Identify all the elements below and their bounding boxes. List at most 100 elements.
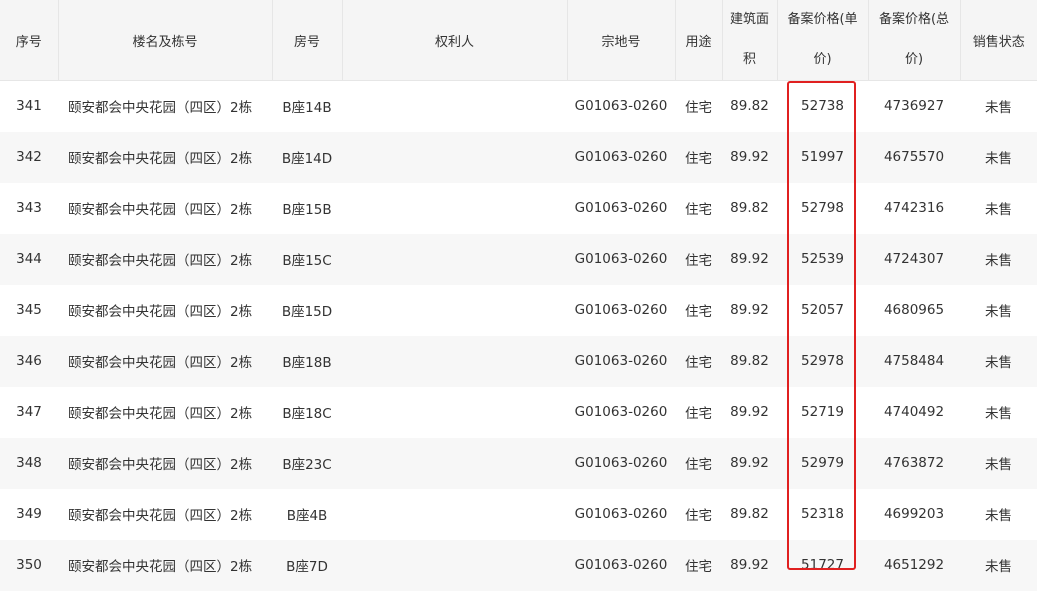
cell-room: B座18C xyxy=(282,406,332,422)
cell-unit-price: 51997 xyxy=(801,149,844,165)
cell-usage: 住宅 xyxy=(685,355,712,371)
header-usage: 用途 xyxy=(675,0,723,81)
cell-building: 颐安都会中央花园（四区）2栋 xyxy=(68,406,253,422)
header-status: 销售状态 xyxy=(960,0,1037,81)
cell-parcel: G01063-0260 xyxy=(574,302,668,318)
table-row: 348 颐安都会中央花园（四区）2栋 B座23C G01063-0260 住宅 … xyxy=(0,437,1037,489)
cell-index: 348 xyxy=(16,455,42,471)
cell-parcel: G01063-0260 xyxy=(574,404,668,420)
table-row: 346 颐安都会中央花园（四区）2栋 B座18B G01063-0260 住宅 … xyxy=(0,335,1037,387)
cell-usage: 住宅 xyxy=(685,151,712,167)
cell-index: 350 xyxy=(16,557,42,573)
cell-status: 未售 xyxy=(985,151,1012,167)
cell-room: B座15C xyxy=(282,253,332,269)
cell-room: B座18B xyxy=(282,355,332,371)
cell-usage: 住宅 xyxy=(685,406,712,422)
cell-building: 颐安都会中央花园（四区）2栋 xyxy=(68,508,253,524)
cell-owner xyxy=(342,81,567,132)
table-row: 342 颐安都会中央花园（四区）2栋 B座14D G01063-0260 住宅 … xyxy=(0,131,1037,183)
cell-building: 颐安都会中央花园（四区）2栋 xyxy=(68,202,253,218)
cell-index: 345 xyxy=(16,302,42,318)
cell-building: 颐安都会中央花园（四区）2栋 xyxy=(68,151,253,167)
cell-usage: 住宅 xyxy=(685,508,712,524)
table-row: 343 颐安都会中央花园（四区）2栋 B座15B G01063-0260 住宅 … xyxy=(0,182,1037,234)
header-area-label: 建筑面积 xyxy=(729,12,769,67)
header-owner: 权利人 xyxy=(342,0,568,81)
cell-parcel: G01063-0260 xyxy=(574,455,668,471)
cell-status: 未售 xyxy=(985,355,1012,371)
cell-area: 89.92 xyxy=(730,404,769,420)
cell-usage: 住宅 xyxy=(685,559,712,575)
cell-building: 颐安都会中央花园（四区）2栋 xyxy=(68,355,253,371)
cell-parcel: G01063-0260 xyxy=(574,251,668,267)
cell-usage: 住宅 xyxy=(685,304,712,320)
cell-area: 89.92 xyxy=(730,251,769,267)
header-total-price: 备案价格(总价) xyxy=(868,0,961,81)
cell-unit-price: 52978 xyxy=(801,353,844,369)
cell-room: B座15D xyxy=(281,304,333,320)
table-row: 344 颐安都会中央花园（四区）2栋 B座15C G01063-0260 住宅 … xyxy=(0,233,1037,285)
cell-total-price: 4651292 xyxy=(883,557,945,573)
cell-unit-price: 52719 xyxy=(801,404,844,420)
cell-status: 未售 xyxy=(985,202,1012,218)
cell-area: 89.92 xyxy=(730,302,769,318)
cell-index: 344 xyxy=(16,251,42,267)
header-unit-price-label: 备案价格(单价) xyxy=(787,12,858,67)
cell-owner xyxy=(342,132,567,183)
cell-parcel: G01063-0260 xyxy=(574,98,668,115)
cell-owner xyxy=(342,540,567,591)
table-row: 345 颐安都会中央花园（四区）2栋 B座15D G01063-0260 住宅 … xyxy=(0,284,1037,336)
cell-area: 89.82 xyxy=(730,353,769,369)
cell-owner xyxy=(342,285,567,336)
header-area: 建筑面积 xyxy=(722,0,778,81)
cell-building: 颐安都会中央花园（四区）2栋 xyxy=(68,304,253,320)
table-row: 341 颐安都会中央花园（四区）2栋 B座14B G01063-0260 住宅 … xyxy=(0,80,1037,132)
header-building: 楼名及栋号 xyxy=(58,0,273,81)
cell-area: 89.82 xyxy=(730,200,769,216)
cell-owner xyxy=(342,183,567,234)
cell-index: 341 xyxy=(16,98,42,115)
table-row: 349 颐安都会中央花园（四区）2栋 B座4B G01063-0260 住宅 8… xyxy=(0,488,1037,540)
cell-total-price: 4763872 xyxy=(883,455,945,471)
cell-status: 未售 xyxy=(985,253,1012,269)
cell-parcel: G01063-0260 xyxy=(574,506,668,522)
cell-parcel: G01063-0260 xyxy=(574,557,668,573)
cell-owner xyxy=(342,336,567,387)
header-room: 房号 xyxy=(272,0,343,81)
table-body: 341 颐安都会中央花园（四区）2栋 B座14B G01063-0260 住宅 … xyxy=(0,80,1037,591)
cell-room: B座15B xyxy=(282,202,332,218)
cell-total-price: 4680965 xyxy=(883,302,945,318)
cell-unit-price: 52057 xyxy=(801,302,844,318)
cell-total-price: 4758484 xyxy=(883,353,945,369)
cell-usage: 住宅 xyxy=(685,253,712,269)
cell-index: 347 xyxy=(16,404,42,420)
cell-status: 未售 xyxy=(985,100,1012,117)
header-parcel: 宗地号 xyxy=(567,0,676,81)
cell-area: 89.92 xyxy=(730,557,769,573)
cell-area: 89.82 xyxy=(730,506,769,522)
cell-total-price: 4675570 xyxy=(883,149,945,165)
cell-area: 89.92 xyxy=(730,455,769,471)
cell-building: 颐安都会中央花园（四区）2栋 xyxy=(68,253,253,269)
cell-usage: 住宅 xyxy=(685,457,712,473)
cell-parcel: G01063-0260 xyxy=(574,353,668,369)
cell-owner xyxy=(342,387,567,438)
cell-unit-price: 52979 xyxy=(801,455,844,471)
cell-room: B座14B xyxy=(282,100,332,117)
cell-parcel: G01063-0260 xyxy=(574,149,668,165)
cell-building: 颐安都会中央花园（四区）2栋 xyxy=(68,457,253,473)
cell-total-price: 4742316 xyxy=(883,200,945,216)
cell-building: 颐安都会中央花园（四区）2栋 xyxy=(68,559,253,575)
property-listing-table: 序号 楼名及栋号 房号 权利人 宗地号 用途 建筑面积 备案价格(单价) 备案价… xyxy=(0,0,1037,591)
cell-unit-price: 52539 xyxy=(801,251,844,267)
cell-index: 349 xyxy=(16,506,42,522)
header-unit-price: 备案价格(单价) xyxy=(777,0,869,81)
cell-owner xyxy=(342,438,567,489)
cell-room: B座23C xyxy=(282,457,332,473)
cell-status: 未售 xyxy=(985,304,1012,320)
table-row: 347 颐安都会中央花园（四区）2栋 B座18C G01063-0260 住宅 … xyxy=(0,386,1037,438)
cell-building: 颐安都会中央花园（四区）2栋 xyxy=(68,100,253,117)
cell-unit-price: 51727 xyxy=(801,557,844,573)
cell-owner xyxy=(342,234,567,285)
table-header-row: 序号 楼名及栋号 房号 权利人 宗地号 用途 建筑面积 备案价格(单价) 备案价… xyxy=(0,0,1037,81)
